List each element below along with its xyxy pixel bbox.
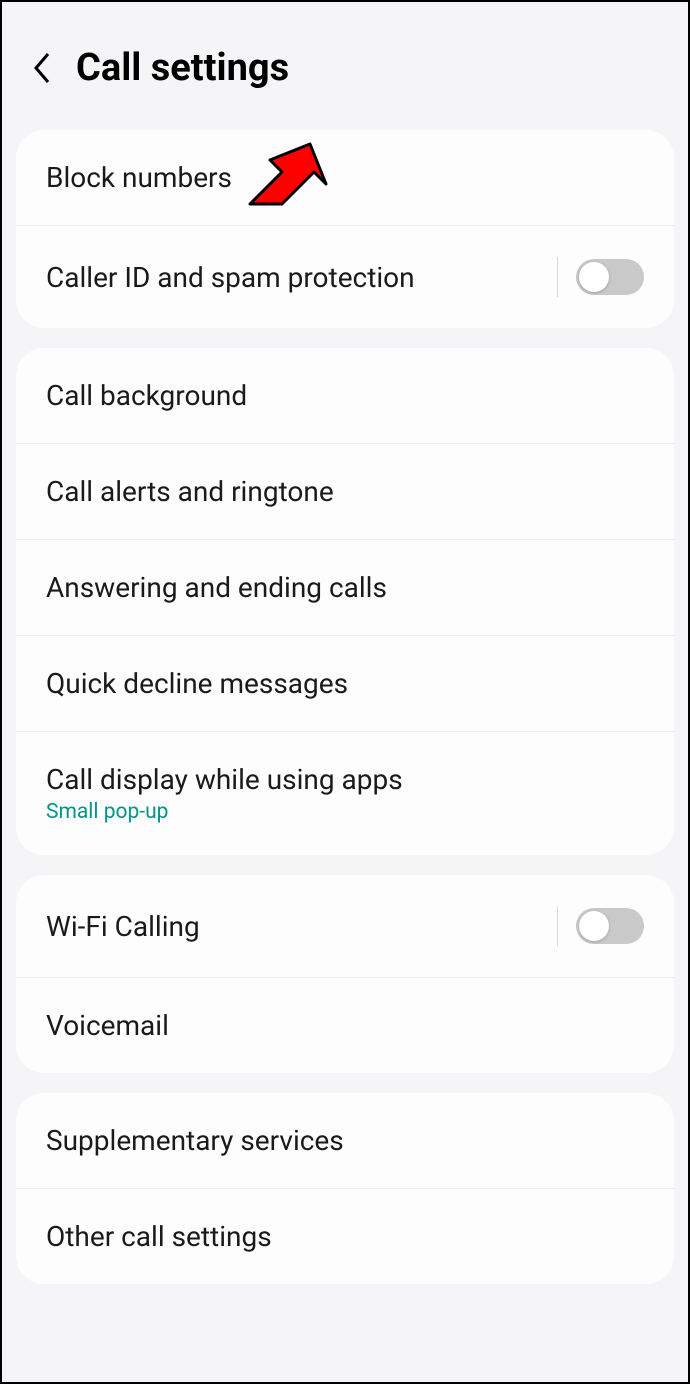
toggle-caller-id[interactable] [576,259,644,295]
row-label: Voicemail [46,1009,169,1042]
row-label: Quick decline messages [46,667,348,700]
row-supplementary[interactable]: Supplementary services [16,1093,674,1188]
row-label: Call display while using apps [46,763,403,796]
row-voicemail[interactable]: Voicemail [16,978,674,1073]
row-call-display[interactable]: Call display while using apps Small pop-… [16,732,674,855]
row-call-background[interactable]: Call background [16,348,674,443]
row-caller-id-spam[interactable]: Caller ID and spam protection [16,226,674,328]
toggle-wifi-calling[interactable] [576,908,644,944]
row-label: Wi-Fi Calling [46,910,200,943]
row-label: Other call settings [46,1220,272,1253]
row-label: Supplementary services [46,1124,344,1157]
row-wifi-calling[interactable]: Wi-Fi Calling [16,875,674,977]
toggle-knob [579,911,609,941]
toggle-wrapper [557,906,644,946]
page-title: Call settings [76,46,289,90]
section-block-and-spam: Block numbers Caller ID and spam protect… [16,130,674,328]
row-sublabel: Small pop-up [46,800,403,824]
row-label: Call background [46,379,247,412]
row-answering-ending[interactable]: Answering and ending calls [16,540,674,635]
row-label: Call alerts and ringtone [46,475,334,508]
row-label: Answering and ending calls [46,571,387,604]
back-icon[interactable] [30,48,54,88]
section-other: Supplementary services Other call settin… [16,1093,674,1284]
section-call-options: Call background Call alerts and ringtone… [16,348,674,855]
row-block-numbers[interactable]: Block numbers [16,130,674,225]
row-label: Caller ID and spam protection [46,261,415,294]
toggle-divider [557,906,558,946]
toggle-divider [557,257,558,297]
section-wifi-voicemail: Wi-Fi Calling Voicemail [16,875,674,1073]
toggle-knob [579,262,609,292]
row-label: Block numbers [46,161,232,194]
row-quick-decline[interactable]: Quick decline messages [16,636,674,731]
row-call-alerts[interactable]: Call alerts and ringtone [16,444,674,539]
toggle-wrapper [557,257,644,297]
header: Call settings [2,2,688,110]
row-other-call-settings[interactable]: Other call settings [16,1189,674,1284]
